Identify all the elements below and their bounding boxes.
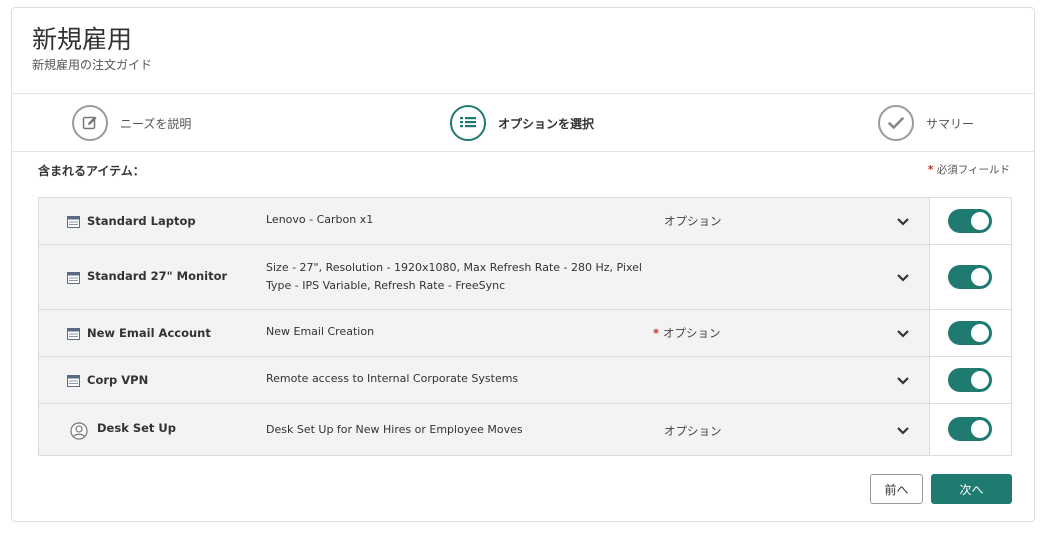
step-describe-needs[interactable]: ニーズを説明 xyxy=(72,103,191,143)
item-option-label: オプション xyxy=(664,424,722,438)
toggle-knob xyxy=(971,371,989,389)
toggle-cell xyxy=(929,357,1011,403)
item-option-label: オプション xyxy=(663,326,721,340)
step-label: オプションを選択 xyxy=(498,116,595,131)
item-name: Desk Set Up xyxy=(97,421,176,435)
item-description: Remote access to Internal Corporate Syst… xyxy=(266,372,519,385)
toggle-cell xyxy=(929,198,1011,244)
item-option-link[interactable]: オプション xyxy=(664,213,722,229)
previous-button[interactable]: 前へ xyxy=(870,474,923,504)
step-label: ニーズを説明 xyxy=(120,116,192,131)
item-row-new-email-account: New Email Account New Email Creation * オプ… xyxy=(39,310,1011,357)
page-title: 新規雇用 xyxy=(32,25,133,54)
chevron-down-icon[interactable] xyxy=(896,329,910,339)
required-star: * xyxy=(927,164,934,176)
item-toggle[interactable] xyxy=(948,209,992,233)
section-title: 含まれるアイテム： xyxy=(38,164,145,178)
toggle-cell xyxy=(929,404,1011,455)
item-option-label: オプション xyxy=(664,214,722,228)
item-row-standard-laptop: Standard Laptop Lenovo - Carbon x1 オプション xyxy=(39,198,1011,245)
toggle-knob xyxy=(971,420,989,438)
toggle-knob xyxy=(971,212,989,230)
toggle-cell xyxy=(929,245,1011,309)
chevron-down-icon[interactable] xyxy=(896,376,910,386)
user-icon xyxy=(70,422,88,440)
order-guide-card: 新規雇用 新規雇用の注文ガイド ニーズを説明 オプションを選択 サマリー 含まれ… xyxy=(11,7,1035,522)
item-description: Desk Set Up for New Hires or Employee Mo… xyxy=(266,423,523,436)
item-name: Corp VPN xyxy=(87,373,149,387)
included-items-list: Standard Laptop Lenovo - Carbon x1 オプション… xyxy=(38,197,1012,456)
required-star: * xyxy=(653,326,660,340)
item-row-standard-monitor: Standard 27" Monitor Size - 27", Resolut… xyxy=(39,245,1011,310)
edit-icon xyxy=(72,105,108,141)
required-field-note: * 必須フィールド xyxy=(928,162,1010,177)
item-toggle[interactable] xyxy=(948,265,992,289)
item-toggle[interactable] xyxy=(948,321,992,345)
item-toggle[interactable] xyxy=(948,368,992,392)
toggle-cell xyxy=(929,310,1011,356)
step-summary[interactable]: サマリー xyxy=(878,103,974,143)
catalog-icon xyxy=(67,375,80,387)
chevron-down-icon[interactable] xyxy=(896,426,910,436)
page-header: 新規雇用 新規雇用の注文ガイド xyxy=(32,24,152,72)
chevron-down-icon[interactable] xyxy=(896,217,910,227)
item-name: Standard Laptop xyxy=(87,214,196,228)
item-row-corp-vpn: Corp VPN Remote access to Internal Corpo… xyxy=(39,357,1011,404)
step-select-options[interactable]: オプションを選択 xyxy=(450,103,594,143)
item-name: New Email Account xyxy=(87,326,211,340)
item-description: Size - 27", Resolution - 1920x1080, Max … xyxy=(266,261,642,292)
next-button[interactable]: 次へ xyxy=(931,474,1012,504)
page-subtitle: 新規雇用の注文ガイド xyxy=(32,58,153,72)
catalog-icon xyxy=(67,216,80,228)
item-description: Lenovo - Carbon x1 xyxy=(266,213,374,226)
toggle-knob xyxy=(971,324,989,342)
item-description: New Email Creation xyxy=(266,325,375,338)
step-label: サマリー xyxy=(926,116,975,131)
item-row-desk-set-up: Desk Set Up Desk Set Up for New Hires or… xyxy=(39,404,1011,455)
checkmark-icon xyxy=(878,105,914,141)
item-name: Standard 27" Monitor xyxy=(87,269,228,283)
item-toggle[interactable] xyxy=(948,417,992,441)
wizard-stepper: ニーズを説明 オプションを選択 サマリー xyxy=(12,93,1034,152)
chevron-down-icon[interactable] xyxy=(896,273,910,283)
catalog-icon xyxy=(67,272,80,284)
item-option-link[interactable]: オプション xyxy=(664,423,722,439)
item-option-link[interactable]: * オプション xyxy=(653,325,721,341)
catalog-icon xyxy=(67,328,80,340)
required-note-text: 必須フィールド xyxy=(936,164,1010,176)
list-icon xyxy=(450,105,486,141)
toggle-knob xyxy=(971,268,989,286)
